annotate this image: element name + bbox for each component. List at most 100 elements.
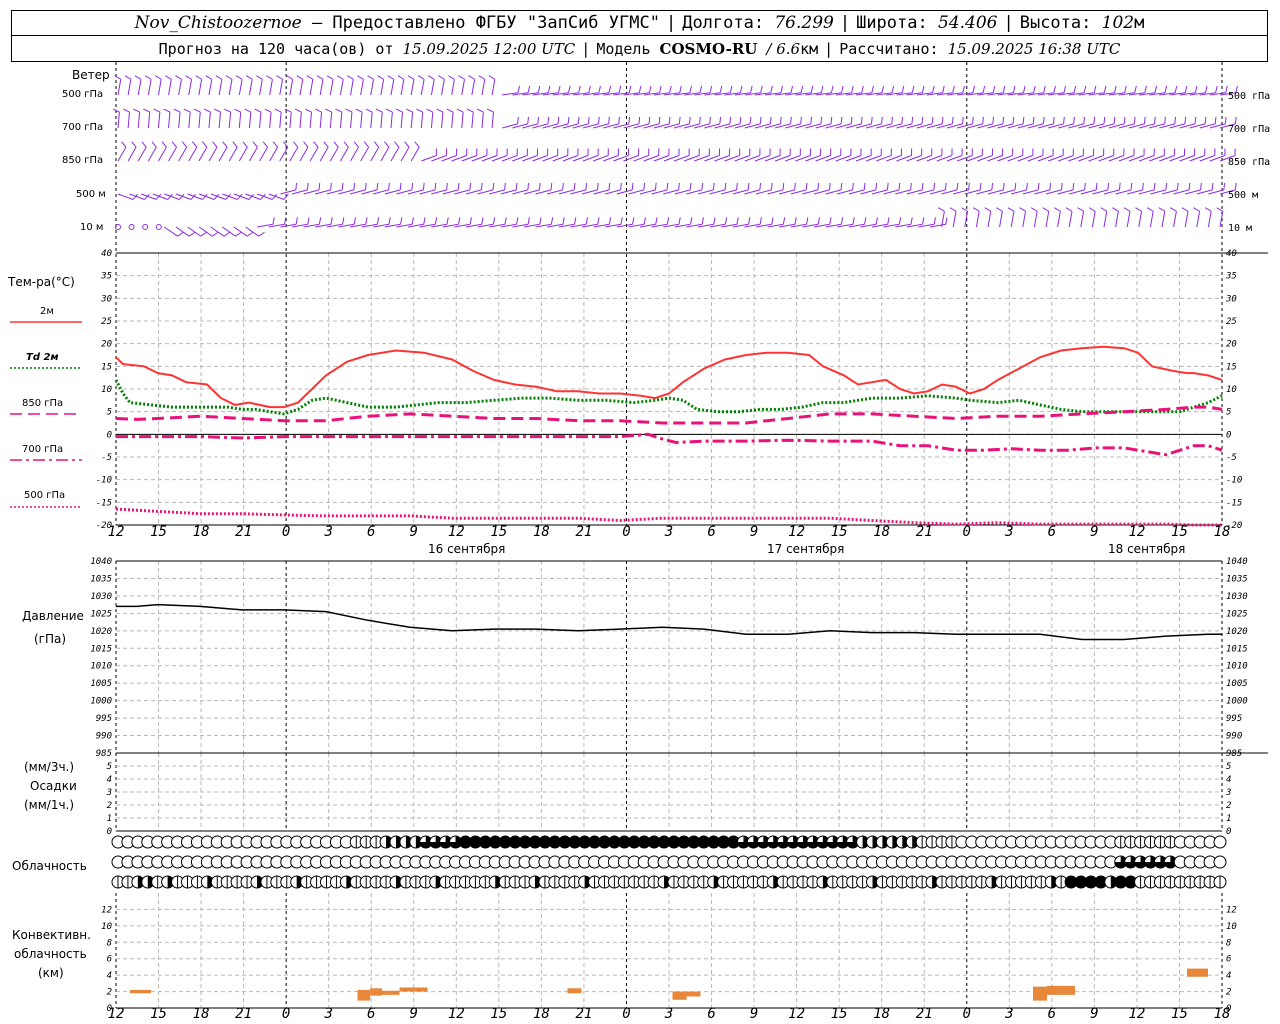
wind-barb-feather [941,116,944,124]
wind-barb [238,79,243,96]
conv-tick-right: 4 [1226,971,1231,981]
wind-barb [218,79,223,96]
wind-barb-feather [1052,116,1055,124]
wind-barb [127,79,132,96]
wind-barb-feather [770,182,773,190]
wind-barb [1045,211,1050,228]
wind-barb [248,112,252,129]
temp-tick-right: 30 [1225,294,1237,304]
wind-barb-feather [945,217,948,225]
wind-barb [1103,211,1108,228]
wind-barb-feather [898,217,902,225]
wind-barb-feather [1073,85,1077,93]
x-tick-label: 18 [193,1006,210,1022]
wind-barb-feather [1049,182,1052,190]
wind-barb-feather [658,116,661,124]
x-tick-label: 0 [622,524,630,540]
wind-barb-feather [643,217,646,225]
wind-barb [178,146,188,162]
conv-tick-right: 0 [1226,1004,1231,1014]
wind-barb-feather [840,217,844,225]
wind-barb-feather [567,116,570,124]
temp-tick-left: 35 [100,272,112,282]
wind-barb [1207,211,1212,228]
wind-barb [1173,211,1177,228]
wind-barb-feather [1174,85,1178,93]
wind-barb-feather [397,75,405,80]
wind-barb [222,226,236,237]
conv-cloud-bar [1187,968,1208,977]
wind-barb-feather [436,108,444,113]
wind-barb [208,79,213,96]
conv-tick-left: 4 [107,971,112,981]
wind-barb-feather [303,141,309,148]
wind-barb-feather [411,182,414,190]
wind-barb-feather [422,182,425,190]
wind-barb-feather [1014,182,1017,190]
x-tick-label: 3 [1004,1006,1013,1022]
wind-barb [380,112,383,129]
wind-barb-feather [828,182,831,190]
wind-barb-feather [982,116,984,124]
wind-barb [188,146,198,162]
wind-barb-feather [448,75,455,80]
temp-tick-right: -5 [1226,453,1237,463]
wind-barb-feather [1063,116,1065,124]
wind-barb-feather [992,116,995,124]
x-tick-label: 9 [410,524,418,540]
wind-barb-feather [1007,207,1015,212]
wind-barb-feather [446,217,449,225]
wind-barb-feather [294,108,302,113]
wind-barb [299,79,304,96]
wind-barb-feather [446,108,454,113]
wind-barb-feather [1174,116,1176,124]
wind-barb-feather [901,85,905,93]
wind-barb [999,211,1003,228]
wind-barb [269,79,273,96]
wind-barb [175,226,190,237]
wind-barb-feather [400,217,403,225]
x-tick-label: 12 [448,1006,465,1022]
x-tick-label: 21 [575,1006,592,1022]
pressure-tick-left: 990 [96,732,112,742]
temp-tick-right: 0 [1226,430,1231,440]
wind-barb-feather [1130,182,1133,190]
wind-barb-feather [577,116,580,124]
wind-barb-feather [232,141,238,148]
wind-barb-feather [760,85,763,93]
conv-cloud-bar [357,989,371,1001]
wind-barb-feather [235,231,242,237]
wind-barb [370,146,380,162]
wind-barb [350,79,354,96]
wind-barb-feather [1176,182,1179,190]
wind-barb [198,226,213,237]
x-tick-label: 0 [622,1006,630,1022]
wind-barb-feather [910,217,913,225]
wind-barb [157,112,161,129]
wind-barb-feather [666,217,670,225]
wind-barb-feather [1123,116,1126,124]
wind-barb [461,79,466,96]
wind-barb-feather [537,85,541,93]
wind-barb-feather [161,141,167,148]
wind-barb [269,146,279,162]
wind-barb-feather [318,217,322,225]
wind-barb-feather [921,116,924,124]
precip-tick-left: 4 [107,775,112,785]
wind-barb-feather [820,85,824,93]
cloud-cover-symbol [1213,835,1227,849]
wind-barb [339,146,349,162]
wind-barb-feather [573,182,576,190]
wind-barb-feather [245,75,253,80]
wind-barb-feather [852,182,854,190]
wind-barb [339,112,343,129]
wind-barb-feather [921,85,925,93]
wind-barb-feather [202,141,208,148]
wind-barb [208,112,211,129]
wind-barb-feather [800,85,804,93]
wind-barb-feather [517,85,521,93]
precip-tick-right: 4 [1226,775,1231,785]
pressure-tick-left: 1000 [90,697,112,707]
wind-barb-feather [306,182,309,190]
wind-barb-feather [659,85,662,93]
